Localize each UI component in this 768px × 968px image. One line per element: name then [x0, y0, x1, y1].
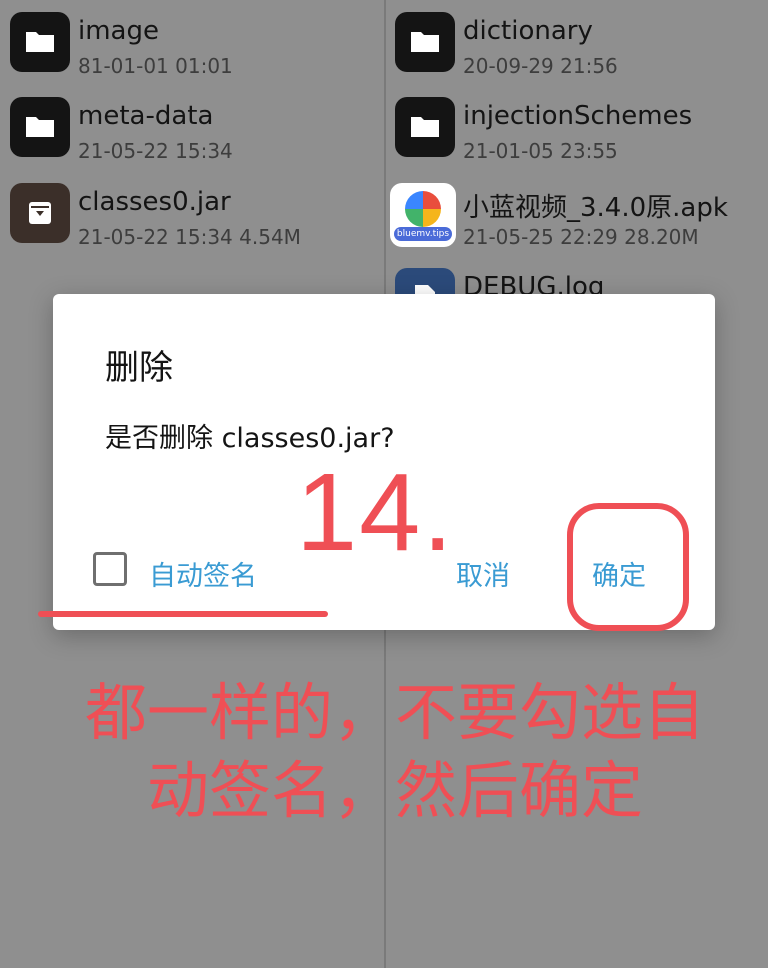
folder-icon: [10, 12, 70, 72]
dialog-message: 是否删除 classes0.jar?: [105, 423, 395, 454]
auto-sign-checkbox[interactable]: [93, 552, 127, 586]
folder-icon: [395, 97, 455, 157]
file-name: image: [78, 16, 159, 46]
app-icon: bluemv.tips: [390, 183, 456, 247]
archive-icon: [10, 183, 70, 243]
file-item-classes0-jar[interactable]: classes0.jar 21-05-22 15:34 4.54M: [10, 183, 380, 263]
annotation-text: 都一样的，不要勾选自 动签名，然后确定: [70, 674, 720, 830]
file-name: classes0.jar: [78, 187, 231, 217]
app-logo: [405, 191, 441, 227]
annotation-circle: [567, 503, 689, 631]
file-name: dictionary: [463, 16, 593, 46]
dialog-title: 删除: [105, 348, 173, 388]
file-meta: 21-05-25 22:29 28.20M: [463, 225, 699, 249]
file-name: injectionSchemes: [463, 101, 693, 131]
file-item-meta-data[interactable]: meta-data 21-05-22 15:34: [10, 97, 380, 177]
annotation-underline: [38, 611, 328, 617]
file-item-image[interactable]: image 81-01-01 01:01: [10, 12, 380, 92]
folder-icon: [395, 12, 455, 72]
file-item-injection-schemes[interactable]: injectionSchemes 21-01-05 23:55: [395, 97, 765, 177]
cancel-button[interactable]: 取消: [456, 554, 510, 593]
file-meta: 21-01-05 23:55: [463, 139, 618, 163]
file-item-apk[interactable]: bluemv.tips 小蓝视频_3.4.0原.apk 21-05-25 22:…: [390, 183, 760, 263]
file-name: meta-data: [78, 101, 214, 131]
file-meta: 20-09-29 21:56: [463, 54, 618, 78]
annotation-line-1: 都一样的，不要勾选自: [84, 676, 705, 749]
auto-sign-label[interactable]: 自动签名: [149, 554, 257, 593]
annotation-line-2: 动签名，然后确定: [146, 754, 643, 827]
file-name: 小蓝视频_3.4.0原.apk: [463, 193, 728, 223]
file-meta: 21-05-22 15:34: [78, 139, 233, 163]
app-badge: bluemv.tips: [394, 227, 452, 241]
folder-icon: [10, 97, 70, 157]
annotation-step-number: 14.: [296, 451, 455, 574]
file-meta: 21-05-22 15:34 4.54M: [78, 225, 301, 249]
file-item-dictionary[interactable]: dictionary 20-09-29 21:56: [395, 12, 765, 92]
file-meta: 81-01-01 01:01: [78, 54, 233, 78]
